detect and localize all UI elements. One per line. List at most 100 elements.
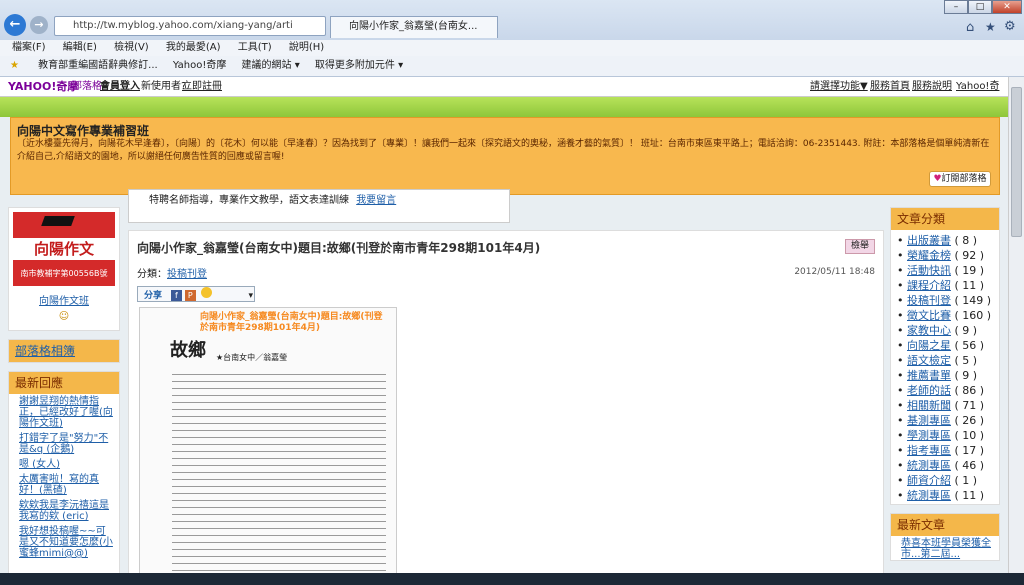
home-icon[interactable]: ⌂ — [966, 20, 974, 35]
category-count: ( 71 ) — [954, 399, 985, 412]
emoticon-icon[interactable] — [200, 287, 212, 298]
report-button[interactable]: 檢舉 — [845, 239, 875, 254]
category-link[interactable]: 語文檢定 — [907, 354, 951, 367]
favorites-star-icon[interactable]: ★ — [10, 60, 19, 71]
url-text: http://tw.myblog.yahoo.com/xiang-yang/ar… — [73, 20, 293, 31]
fav-link-dictionary[interactable]: 教育部重編國語辭典修訂... — [38, 60, 158, 71]
article-title: 向陽小作家_翁嘉瑩(台南女中)題目:故鄉(刊登於南市青年298期101年4月) — [137, 241, 541, 255]
subscribe-button[interactable]: ♥訂閱部落格 — [929, 171, 991, 187]
recent-comment-item[interactable]: 謝謝昱翔的熱情指正，已經改好了喔(向陽作文班) — [9, 394, 119, 431]
function-select[interactable]: 請選擇功能▼ — [810, 77, 868, 97]
category-item: • 基測專區 ( 26 ) — [897, 414, 985, 427]
category-link[interactable]: 課程介紹 — [907, 279, 951, 292]
category-link[interactable]: 學測專區 — [907, 429, 951, 442]
category-link[interactable]: 活動快訊 — [907, 264, 951, 277]
fav-link-suggested[interactable]: 建議的網站 ▾ — [242, 60, 300, 71]
scan-heading: 向陽小作家_翁嘉瑩(台南女中)題目:故鄉(刊登於南市青年298期101年4月) — [200, 312, 383, 333]
category-link[interactable]: 基測專區 — [907, 414, 951, 427]
category-item: • 家教中心 ( 9 ) — [897, 324, 978, 337]
signup-link[interactable]: 立即註冊 — [182, 77, 222, 97]
profile-logo[interactable]: 向陽作文 南市教補字第00556B號 — [13, 212, 115, 286]
recent-comment-item[interactable]: 太厲害啦！寫的真好！(黑碴) — [9, 472, 119, 498]
menu-edit[interactable]: 編輯(E) — [63, 42, 97, 53]
article-date: 2012/05/11 18:48 — [794, 267, 875, 277]
category-title: 文章分類 — [891, 208, 999, 230]
browser-chrome: ← → http://tw.myblog.yahoo.com/xiang-yan… — [0, 0, 1024, 40]
maximize-button[interactable]: □ — [968, 0, 992, 14]
article-meta: 分類：投稿刊登 — [137, 265, 207, 280]
category-link[interactable]: 出版叢書 — [907, 234, 951, 247]
facebook-icon[interactable]: f — [170, 290, 182, 301]
close-window-button[interactable]: ✕ — [992, 0, 1022, 14]
profile-name-link[interactable]: 向陽作文班 — [13, 292, 115, 307]
menu-favorites[interactable]: 我的最愛(A) — [166, 42, 221, 53]
share-label[interactable]: 分享 — [144, 291, 162, 301]
category-count: ( 149 ) — [954, 294, 992, 307]
category-link[interactable]: 老師的話 — [907, 384, 951, 397]
category-count: ( 160 ) — [954, 309, 992, 322]
profile-box: 向陽作文 南市教補字第00556B號 向陽作文班 ☺ — [8, 207, 120, 331]
recent-comment-item[interactable]: 嗯 (女人) — [9, 457, 119, 472]
category-link[interactable]: 相關新聞 — [907, 399, 951, 412]
leave-message-link[interactable]: 我要留言 — [356, 195, 396, 206]
new-articles-box: 最新文章 恭喜本班學員榮獲全市...第二屆... — [890, 513, 1000, 561]
category-count: ( 8 ) — [954, 234, 978, 247]
category-item: • 指考專區 ( 17 ) — [897, 444, 985, 457]
new-user-label: 新使用者? — [141, 81, 187, 92]
category-item: • 向陽之星 ( 56 ) — [897, 339, 985, 352]
recent-comments-box: 最新回應 謝謝昱翔的熱情指正，已經改好了喔(向陽作文班) 打錯字了是"努力"不是… — [8, 371, 120, 573]
category-link[interactable]: 徵文比賽 — [907, 309, 951, 322]
address-bar[interactable]: http://tw.myblog.yahoo.com/xiang-yang/ar… — [54, 16, 326, 36]
blog-description: 〔近水樓臺先得月，向陽花木早逢春〕，〔向陽〕的〔花木〕何以能〔早逢春〕？因為找到… — [17, 139, 990, 162]
yahoo-logo[interactable]: YAHOO!奇摩 — [8, 77, 78, 97]
recent-comment-item[interactable]: 我好想投稿喔~~可是又不知道要怎麼(小蜜蜂mimi@@) — [9, 524, 119, 561]
menu-bar: 檔案(F) 編輯(E) 檢視(V) 我的最愛(A) 工具(T) 說明(H) — [0, 40, 1024, 56]
menu-view[interactable]: 檢視(V) — [114, 42, 149, 53]
category-link[interactable]: 推薦書單 — [907, 369, 951, 382]
category-count: ( 9 ) — [954, 369, 978, 382]
recent-comment-item[interactable]: 欸欸我是李沅禧這是我寫的欸 (eric) — [9, 498, 119, 524]
favorites-star-icon[interactable]: ★ — [985, 20, 996, 34]
forward-button[interactable]: → — [30, 16, 48, 34]
tab-title: 向陽小作家_翁嘉瑩(台南女... — [349, 21, 478, 32]
service-home-link[interactable]: 服務首頁 — [870, 77, 910, 97]
category-link[interactable]: 投稿刊登 — [907, 294, 951, 307]
menu-help[interactable]: 說明(H) — [289, 42, 324, 53]
blog-header: 向陽中文寫作專業補習班 〔近水樓臺先得月，向陽花木早逢春〕，〔向陽〕的〔花木〕何… — [10, 117, 1000, 195]
category-link[interactable]: 向陽之星 — [907, 339, 951, 352]
category-link[interactable]: 統測專區 — [907, 489, 951, 502]
back-button[interactable]: ← — [4, 14, 26, 36]
tagline-box: 特聘名師指導，專業作文教學，語文表達訓練 我要留言 — [128, 189, 510, 223]
service-help-link[interactable]: 服務說明 — [912, 77, 952, 97]
new-articles-title: 最新文章 — [891, 514, 999, 536]
plurk-icon[interactable]: P — [184, 290, 196, 301]
menu-file[interactable]: 檔案(F) — [12, 42, 46, 53]
scroll-thumb[interactable] — [1011, 87, 1022, 237]
category-link[interactable]: 指考專區 — [907, 444, 951, 457]
vertical-scrollbar[interactable] — [1008, 77, 1024, 573]
scan-text-block — [172, 368, 386, 572]
tagline-text: 特聘名師指導，專業作文教學，語文表達訓練 — [149, 195, 349, 206]
category-count: ( 92 ) — [954, 249, 985, 262]
chevron-down-icon[interactable]: ▾ — [249, 291, 254, 301]
recent-comment-item[interactable]: 打錯字了是"努力"不是&q (企鵝) — [9, 431, 119, 457]
login-link[interactable]: 會員登入 — [100, 77, 140, 97]
category-link[interactable]: 師資介紹 — [907, 474, 951, 487]
category-item: • 統測專區 ( 11 ) — [897, 489, 985, 502]
tab-active[interactable]: 向陽小作家_翁嘉瑩(台南女... — [330, 16, 498, 38]
album-link[interactable]: 部落格相簿 — [9, 340, 119, 362]
fav-link-addons[interactable]: 取得更多附加元件 ▾ — [315, 60, 403, 71]
new-article-item[interactable]: 恭喜本班學員榮獲全市...第二屆... — [891, 536, 999, 562]
fav-link-yahoo[interactable]: Yahoo!奇摩 — [173, 60, 226, 71]
minimize-button[interactable]: – — [944, 0, 968, 14]
category-link[interactable]: 統測專區 — [907, 459, 951, 472]
gear-icon[interactable]: ⚙ — [1004, 19, 1016, 34]
menu-tools[interactable]: 工具(T) — [238, 42, 272, 53]
category-item: • 課程介紹 ( 11 ) — [897, 279, 985, 292]
category-link[interactable]: 家教中心 — [907, 324, 951, 337]
logo-subtitle: 南市教補字第00556B號 — [20, 269, 108, 278]
category-link[interactable]: 榮耀金榜 — [907, 249, 951, 262]
category-count: ( 26 ) — [954, 414, 985, 427]
category-link[interactable]: 投稿刊登 — [167, 269, 207, 280]
decorative-band — [0, 97, 1008, 117]
